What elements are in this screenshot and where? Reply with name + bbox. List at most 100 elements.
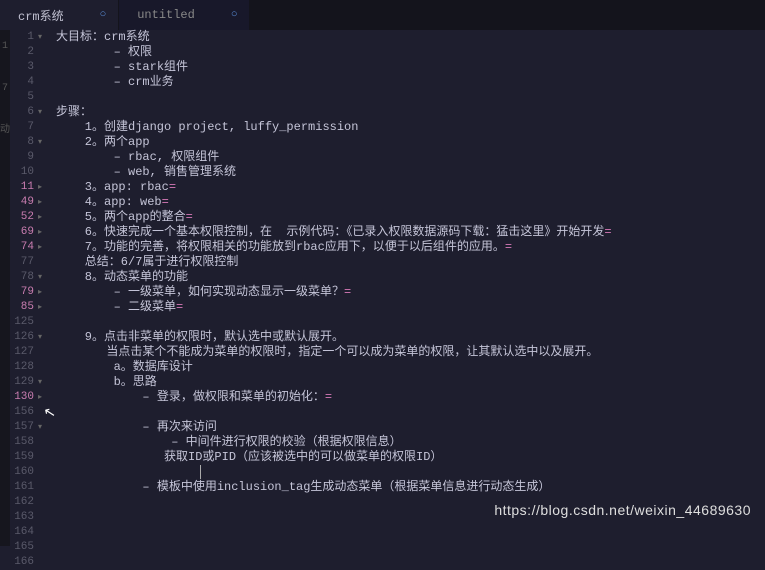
- line-number: 127: [10, 345, 42, 360]
- code-line[interactable]: – 中间件进行权限的校验（根据权限信息）: [56, 435, 765, 450]
- code-line[interactable]: 6。快速完成一个基本权限控制，在 示例代码：《已录入权限数据源码下载：猛击这里》…: [56, 225, 765, 240]
- line-number: 128: [10, 360, 42, 375]
- line-number: 8▾: [10, 135, 42, 150]
- close-icon[interactable]: ○: [100, 9, 107, 21]
- code-line[interactable]: – 二级菜单=: [56, 300, 765, 315]
- fold-icon[interactable]: ▾: [36, 330, 42, 345]
- fold-icon[interactable]: ▸: [36, 240, 42, 255]
- code-line[interactable]: 总结：6/7属于进行权限控制: [56, 255, 765, 270]
- line-number: 165: [10, 540, 42, 555]
- code-line[interactable]: 9。点击非菜单的权限时，默认选中或默认展开。: [56, 330, 765, 345]
- line-number: 74▸: [10, 240, 42, 255]
- code-area[interactable]: 大目标：crm系统 – 权限 – stark组件 – crm业务步骤： 1。创建…: [50, 30, 765, 546]
- line-number: 85▸: [10, 300, 42, 315]
- fold-icon[interactable]: ▾: [36, 420, 42, 435]
- line-number: 4: [10, 75, 42, 90]
- code-line[interactable]: 8。动态菜单的功能: [56, 270, 765, 285]
- line-number: 9: [10, 150, 42, 165]
- line-number: 156: [10, 405, 42, 420]
- line-number: 126▾: [10, 330, 42, 345]
- fold-icon[interactable]: ▸: [36, 285, 42, 300]
- fold-icon[interactable]: ▾: [36, 270, 42, 285]
- editor: 17动 1▾23456▾78▾91011▸49▸52▸69▸74▸7778▾79…: [0, 30, 765, 546]
- line-number: 6▾: [10, 105, 42, 120]
- code-line[interactable]: 1。创建django project, luffy_permission: [56, 120, 765, 135]
- tab-inactive[interactable]: untitled ○: [119, 0, 250, 30]
- code-line[interactable]: [56, 90, 765, 105]
- line-number: 52▸: [10, 210, 42, 225]
- code-line[interactable]: [56, 315, 765, 330]
- code-line[interactable]: 7。功能的完善，将权限相关的功能放到rbac应用下，以便于以后组件的应用。=: [56, 240, 765, 255]
- fold-icon[interactable]: ▾: [36, 375, 42, 390]
- code-line[interactable]: – 模板中使用inclusion_tag生成动态菜单（根据菜单信息进行动态生成）: [56, 480, 765, 495]
- code-line[interactable]: 步骤：: [56, 105, 765, 120]
- code-line[interactable]: 3。app: rbac=: [56, 180, 765, 195]
- code-line[interactable]: – web, 销售管理系统: [56, 165, 765, 180]
- line-number: 130▸: [10, 390, 42, 405]
- fold-icon[interactable]: ▸: [36, 225, 42, 240]
- fold-icon[interactable]: ▸: [36, 180, 42, 195]
- code-line[interactable]: – crm业务: [56, 75, 765, 90]
- code-line[interactable]: 大目标：crm系统: [56, 30, 765, 45]
- sidebar-marker: [0, 110, 10, 124]
- code-line[interactable]: 当点击某个不能成为菜单的权限时，指定一个可以成为菜单的权限，让其默认选中以及展开…: [56, 345, 765, 360]
- code-line[interactable]: [56, 555, 765, 570]
- line-number: 158: [10, 435, 42, 450]
- line-number: 129▾: [10, 375, 42, 390]
- line-number: 7: [10, 120, 42, 135]
- code-line[interactable]: b。思路: [56, 375, 765, 390]
- code-line[interactable]: – rbac, 权限组件: [56, 150, 765, 165]
- fold-icon[interactable]: ▾: [36, 135, 42, 150]
- line-number: 3: [10, 60, 42, 75]
- code-line[interactable]: [56, 405, 765, 420]
- sidebar-marker: 动: [0, 124, 10, 138]
- code-line[interactable]: a。数据库设计: [56, 360, 765, 375]
- line-number: 77: [10, 255, 42, 270]
- line-number: 125: [10, 315, 42, 330]
- sidebar-marker: 1: [0, 40, 10, 54]
- tab-label: untitled: [137, 8, 195, 22]
- code-line[interactable]: – 再次来访问: [56, 420, 765, 435]
- line-number: 163: [10, 510, 42, 525]
- fold-icon[interactable]: ▾: [36, 105, 42, 120]
- line-number: 162: [10, 495, 42, 510]
- code-line[interactable]: [56, 540, 765, 555]
- code-line[interactable]: – 登录，做权限和菜单的初始化：=: [56, 390, 765, 405]
- line-number: 10: [10, 165, 42, 180]
- line-number: 79▸: [10, 285, 42, 300]
- line-number: 1▾: [10, 30, 42, 45]
- sidebar-marker: 7: [0, 82, 10, 96]
- fold-icon[interactable]: ▸: [36, 195, 42, 210]
- line-number: 5: [10, 90, 42, 105]
- code-line[interactable]: – 一级菜单，如何实现动态显示一级菜单？=: [56, 285, 765, 300]
- line-number: 160: [10, 465, 42, 480]
- tab-label: crm系统: [18, 7, 64, 24]
- code-line[interactable]: 获取ID或PID（应该被选中的可以做菜单的权限ID）: [56, 450, 765, 465]
- fold-icon[interactable]: ▸: [36, 210, 42, 225]
- line-number: 157▾: [10, 420, 42, 435]
- sidebar-marker: [0, 68, 10, 82]
- fold-icon[interactable]: ▸: [36, 300, 42, 315]
- line-number: 78▾: [10, 270, 42, 285]
- line-number: 159: [10, 450, 42, 465]
- code-line[interactable]: 5。两个app的整合=: [56, 210, 765, 225]
- close-icon[interactable]: ○: [231, 9, 238, 21]
- line-number: 69▸: [10, 225, 42, 240]
- line-number: 166: [10, 555, 42, 570]
- line-number: 2: [10, 45, 42, 60]
- code-line[interactable]: 4。app: web=: [56, 195, 765, 210]
- line-number: 11▸: [10, 180, 42, 195]
- code-line[interactable]: – 权限: [56, 45, 765, 60]
- code-line[interactable]: [56, 465, 765, 480]
- code-line[interactable]: [56, 525, 765, 540]
- code-line[interactable]: – stark组件: [56, 60, 765, 75]
- minimap-strip: 1 7 动: [0, 30, 10, 546]
- code-line[interactable]: 2。两个app: [56, 135, 765, 150]
- fold-icon[interactable]: ▸: [36, 390, 42, 405]
- fold-icon[interactable]: ▾: [36, 30, 42, 45]
- sidebar-marker: [0, 96, 10, 110]
- line-number: 164: [10, 525, 42, 540]
- line-number: 161: [10, 480, 42, 495]
- tab-active[interactable]: crm系统 ○: [0, 0, 119, 30]
- watermark-text: https://blog.csdn.net/weixin_44689630: [494, 502, 751, 518]
